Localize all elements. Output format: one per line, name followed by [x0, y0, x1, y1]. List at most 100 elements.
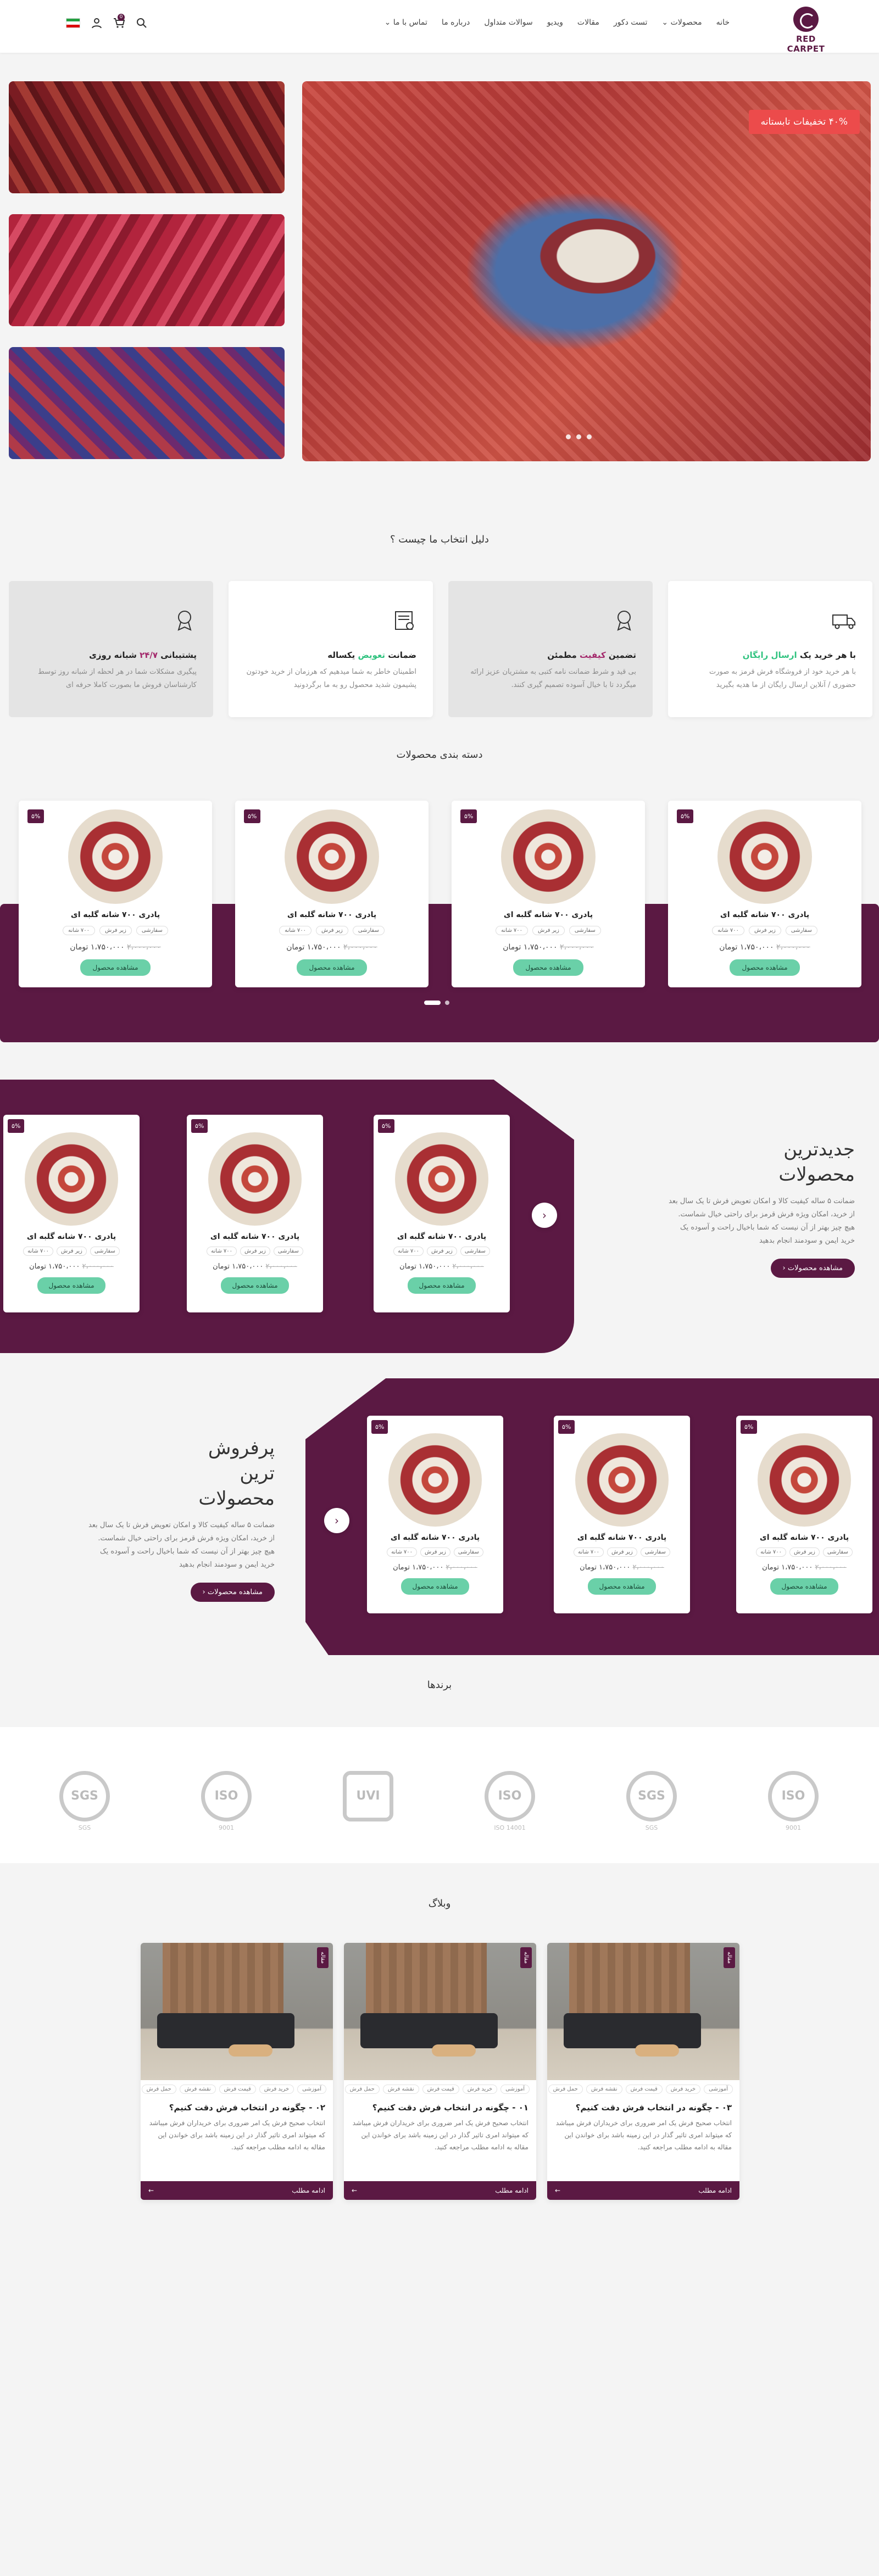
view-product-button[interactable]: مشاهده محصول	[297, 959, 367, 976]
blog-tag[interactable]: حمل فرش	[141, 2085, 176, 2094]
nav-about[interactable]: درباره ما	[442, 18, 470, 27]
slider-prev-button[interactable]: ‹	[324, 1508, 349, 1533]
view-product-button[interactable]: مشاهده محصول	[401, 1578, 469, 1595]
blog-post-title[interactable]: ۰۱ - چگونه در انتخاب فرش دقت کنیم؟	[344, 2098, 536, 2113]
nav-contact[interactable]: تماس با ما ⌄	[385, 18, 427, 27]
product-image[interactable]	[388, 1433, 482, 1527]
user-icon[interactable]	[91, 18, 102, 29]
brand-uvi[interactable]: UVI	[341, 1771, 396, 1826]
blog-card[interactable]: مقاله آموزشی خرید فرش قیمت فرش نقشه فرش حمل ف…	[141, 1943, 333, 2200]
product-image[interactable]	[501, 809, 596, 904]
side-banner-3[interactable]	[9, 347, 285, 459]
product-name[interactable]: پادری ۷۰۰ شانه گلبه ای	[19, 910, 212, 919]
blog-image[interactable]: مقاله	[141, 1943, 333, 2080]
blog-tag[interactable]: آموزشی	[500, 2085, 530, 2094]
slider-dot[interactable]	[566, 434, 571, 439]
blog-image[interactable]: مقاله	[547, 1943, 739, 2080]
product-name[interactable]: پادری ۷۰۰ شانه گلبه ای	[187, 1232, 323, 1241]
blog-tag[interactable]: حمل فرش	[344, 2085, 380, 2094]
product-name[interactable]: پادری ۷۰۰ شانه گلبه ای	[668, 910, 861, 919]
product-name[interactable]: پادری ۷۰۰ شانه گلبه ای	[554, 1533, 690, 1542]
product-name[interactable]: پادری ۷۰۰ شانه گلبه ای	[3, 1232, 140, 1241]
blog-post-title[interactable]: ۰۲ - چگونه در انتخاب فرش دقت کنیم؟	[141, 2098, 333, 2113]
product-name[interactable]: پادری ۷۰۰ شانه گلبه ای	[235, 910, 429, 919]
view-product-button[interactable]: مشاهده محصول	[770, 1578, 838, 1595]
nav-products[interactable]: محصولات ⌄	[661, 18, 702, 27]
view-product-button[interactable]: مشاهده محصول	[37, 1277, 105, 1294]
product-image[interactable]	[208, 1132, 302, 1226]
blog-tag[interactable]: قیمت فرش	[219, 2085, 256, 2094]
blog-card[interactable]: مقاله آموزشی خرید فرش قیمت فرش نقشه فرش حمل ف…	[547, 1943, 739, 2200]
blog-tag[interactable]: حمل فرش	[548, 2085, 583, 2094]
blog-post-title[interactable]: ۰۳ - چگونه در انتخاب فرش دقت کنیم؟	[547, 2098, 739, 2113]
nav-video[interactable]: ویدیو	[547, 18, 563, 27]
product-card[interactable]: ۵% پادری ۷۰۰ شانه گلبه ای سفارشی زیر فرش ۷۰۰…	[235, 801, 429, 987]
product-image[interactable]	[717, 809, 812, 904]
product-name[interactable]: پادری ۷۰۰ شانه گلبه ای	[374, 1232, 510, 1241]
brand-sgs[interactable]: SGS SGS	[57, 1771, 112, 1831]
blog-tag[interactable]: نقشه فرش	[586, 2085, 622, 2094]
product-card[interactable]: ۵% پادری ۷۰۰ شانه گلبه ای سفارشی زیر فرش ۷۰۰…	[19, 801, 212, 987]
product-card[interactable]: ۵% پادری ۷۰۰ شانه گلبه ای سفارشی زیر فرش ۷۰۰…	[452, 801, 645, 987]
brand-iso-9001[interactable]: ISO 9001	[766, 1771, 821, 1831]
product-card[interactable]: ۵% پادری ۷۰۰ شانه گلبه ای سفارشی زیر فرش ۷۰۰…	[554, 1416, 690, 1613]
blog-tag[interactable]: آموزشی	[297, 2085, 326, 2094]
product-image[interactable]	[285, 809, 379, 904]
product-image[interactable]	[758, 1433, 851, 1527]
pager-dot[interactable]	[445, 1001, 449, 1005]
side-banner-2[interactable]	[9, 214, 285, 326]
blog-tag[interactable]: خرید فرش	[462, 2085, 498, 2094]
product-name[interactable]: پادری ۷۰۰ شانه گلبه ای	[367, 1533, 503, 1542]
blog-tag[interactable]: خرید فرش	[665, 2085, 701, 2094]
view-product-button[interactable]: مشاهده محصول	[513, 959, 583, 976]
brand-sgs[interactable]: SGS SGS	[624, 1771, 679, 1831]
nav-faq[interactable]: سوالات متداول	[484, 18, 532, 27]
product-card[interactable]: ۵% پادری ۷۰۰ شانه گلبه ای سفارشی زیر فرش ۷۰۰…	[668, 801, 861, 987]
view-product-button[interactable]: مشاهده محصول	[408, 1277, 476, 1294]
brand-iso-14001[interactable]: ISO ISO 14001	[482, 1771, 537, 1831]
blog-tag[interactable]: قیمت فرش	[625, 2085, 663, 2094]
product-image[interactable]	[68, 809, 163, 904]
product-card[interactable]: ۵% پادری ۷۰۰ شانه گلبه ای سفارشی زیر فرش ۷۰۰…	[736, 1416, 872, 1613]
nav-articles[interactable]: مقالات	[577, 18, 599, 27]
product-card[interactable]: ۵% پادری ۷۰۰ شانه گلبه ای سفارشی زیر فرش ۷۰۰…	[187, 1115, 323, 1312]
blog-tag[interactable]: آموزشی	[704, 2085, 733, 2094]
product-name[interactable]: پادری ۷۰۰ شانه گلبه ای	[736, 1533, 872, 1542]
product-name[interactable]: پادری ۷۰۰ شانه گلبه ای	[452, 910, 645, 919]
search-icon[interactable]	[136, 18, 147, 29]
cart-icon[interactable]: 0	[113, 14, 125, 29]
sale-badge[interactable]: ۴۰% تخفیفات تابستانه	[748, 110, 860, 134]
slider-dot[interactable]	[587, 434, 592, 439]
side-banner-1[interactable]	[9, 81, 285, 193]
iran-flag-icon[interactable]	[66, 18, 80, 28]
site-logo[interactable]: RED CARPET	[776, 7, 836, 54]
slider-dot[interactable]	[576, 434, 581, 439]
product-card[interactable]: ۵% پادری ۷۰۰ شانه گلبه ای سفارشی زیر فرش ۷۰۰…	[367, 1416, 503, 1613]
view-products-button[interactable]: مشاهده محصولات ‹	[770, 1259, 855, 1278]
view-product-button[interactable]: مشاهده محصول	[221, 1277, 289, 1294]
hero-slider[interactable]: ۴۰% تخفیفات تابستانه	[302, 81, 871, 461]
slider-prev-button[interactable]: ‹	[532, 1203, 557, 1228]
blog-tag[interactable]: نقشه فرش	[382, 2085, 419, 2094]
product-image[interactable]	[395, 1132, 488, 1226]
view-product-button[interactable]: مشاهده محصول	[80, 959, 151, 976]
view-product-button[interactable]: مشاهده محصول	[588, 1578, 656, 1595]
read-more-button[interactable]: ادامه مطلب ←	[547, 2181, 739, 2200]
product-card[interactable]: ۵% پادری ۷۰۰ شانه گلبه ای سفارشی زیر فرش ۷۰۰…	[3, 1115, 140, 1312]
product-image[interactable]	[575, 1433, 669, 1527]
view-product-button[interactable]: مشاهده محصول	[730, 959, 800, 976]
brand-iso-9001[interactable]: ISO 9001	[199, 1771, 254, 1831]
read-more-button[interactable]: ادامه مطلب ←	[141, 2181, 333, 2200]
blog-tag[interactable]: خرید فرش	[259, 2085, 294, 2094]
blog-card[interactable]: مقاله آموزشی خرید فرش قیمت فرش نقشه فرش حمل ف…	[344, 1943, 536, 2200]
product-card[interactable]: ۵% پادری ۷۰۰ شانه گلبه ای سفارشی زیر فرش ۷۰۰…	[374, 1115, 510, 1312]
read-more-button[interactable]: ادامه مطلب ←	[344, 2181, 536, 2200]
blog-tag[interactable]: قیمت فرش	[422, 2085, 459, 2094]
nav-home[interactable]: خانه	[716, 18, 730, 27]
nav-decor-test[interactable]: تست دکور	[614, 18, 647, 27]
pager-dot-active[interactable]	[424, 1001, 441, 1005]
blog-tag[interactable]: نقشه فرش	[179, 2085, 216, 2094]
view-products-button[interactable]: مشاهده محصولات ‹	[190, 1583, 275, 1602]
product-image[interactable]	[25, 1132, 118, 1226]
blog-image[interactable]: مقاله	[344, 1943, 536, 2080]
